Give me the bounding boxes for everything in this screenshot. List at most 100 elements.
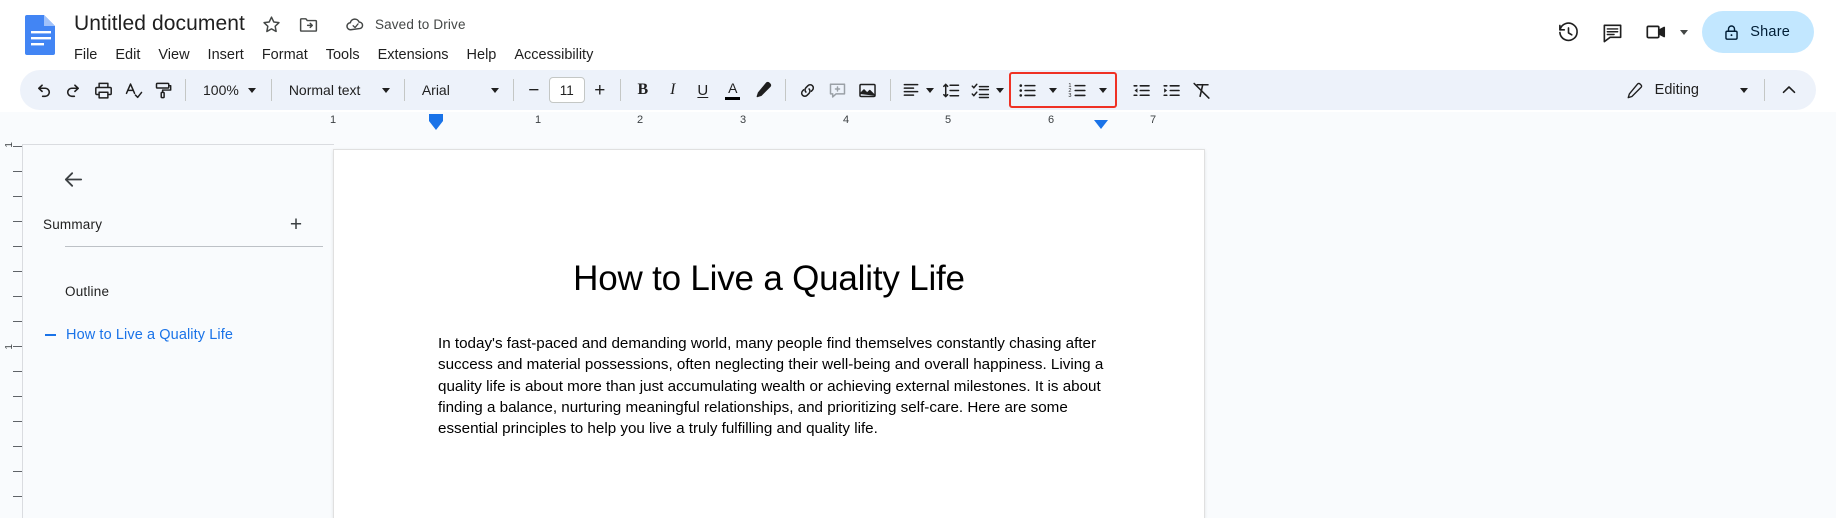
- line-spacing-button[interactable]: [937, 75, 967, 105]
- share-button[interactable]: Share: [1702, 11, 1814, 53]
- toolbar-left-group: 100% Normal text Arial − 11 + B I U A 1 …: [28, 70, 1217, 110]
- insert-link-button[interactable]: [793, 75, 823, 105]
- summary-section-header: Summary +: [43, 207, 311, 241]
- list-buttons-highlight-box: 1 2 3: [1008, 72, 1117, 108]
- text-color-swatch: [725, 96, 741, 100]
- menu-accessibility[interactable]: Accessibility: [505, 43, 602, 68]
- editing-mode-group: Editing: [1614, 75, 1808, 105]
- print-button[interactable]: [88, 75, 118, 105]
- vertical-ruler[interactable]: 1 1: [0, 136, 22, 518]
- meet-group: [1634, 10, 1689, 54]
- decrease-indent-button[interactable]: [1127, 75, 1157, 105]
- bulleted-list-dropdown[interactable]: [1043, 75, 1063, 105]
- ruler-number: 1: [329, 114, 337, 126]
- meet-camera-icon[interactable]: [1634, 10, 1678, 54]
- text-color-button[interactable]: A: [718, 75, 748, 105]
- save-status-text: Saved to Drive: [374, 16, 466, 32]
- clear-formatting-button[interactable]: [1187, 75, 1217, 105]
- undo-button[interactable]: [28, 75, 58, 105]
- menu-insert[interactable]: Insert: [199, 43, 253, 68]
- horizontal-ruler[interactable]: 1 1 2 3 4 5 6 7: [0, 112, 1836, 136]
- add-comment-button[interactable]: [823, 75, 853, 105]
- editing-mode-selector[interactable]: Editing: [1614, 75, 1757, 105]
- menu-bar: File Edit View Insert Format Tools Exten…: [65, 43, 602, 68]
- redo-button[interactable]: [58, 75, 88, 105]
- menu-tools[interactable]: Tools: [317, 43, 369, 68]
- ruler-ticks: 1 1 2 3 4 5 6 7: [0, 112, 1836, 136]
- toolbar-separator: [270, 79, 272, 101]
- collapse-toolbar-button[interactable]: [1772, 75, 1806, 105]
- title-block: Untitled document Saved to Drive File Ed…: [72, 8, 602, 68]
- ruler-number: 1: [534, 114, 542, 126]
- increase-indent-button[interactable]: [1157, 75, 1187, 105]
- comments-icon[interactable]: [1590, 10, 1634, 54]
- checklist-button[interactable]: [967, 75, 1007, 105]
- outline-sidebar: Summary + Outline How to Live a Quality …: [22, 144, 334, 518]
- font-size-stepper: − 11 +: [521, 76, 613, 104]
- bold-label: B: [637, 81, 649, 98]
- chevron-down-icon: [1098, 87, 1107, 93]
- chevron-down-icon: [995, 87, 1004, 93]
- star-icon[interactable]: [261, 14, 282, 35]
- zoom-value: 100%: [203, 82, 239, 98]
- bulleted-list-button[interactable]: [1013, 75, 1043, 105]
- menu-format[interactable]: Format: [253, 43, 317, 68]
- meet-dropdown-caret[interactable]: [1680, 29, 1689, 35]
- vertical-ruler-number: 1: [4, 142, 15, 148]
- toolbar-separator: [784, 79, 786, 101]
- italic-button[interactable]: I: [658, 75, 688, 105]
- font-family-selector[interactable]: Arial: [412, 75, 506, 105]
- document-paragraph: In today's fast-paced and demanding worl…: [438, 335, 1104, 438]
- bold-button[interactable]: B: [628, 75, 658, 105]
- toolbar-separator: [1764, 79, 1765, 101]
- text-color-icon: A: [725, 79, 741, 100]
- toolbar-separator: [619, 79, 621, 101]
- save-status-group: Saved to Drive: [345, 14, 466, 35]
- outline-item-heading[interactable]: How to Live a Quality Life: [45, 321, 245, 349]
- decrease-font-size-button[interactable]: −: [521, 76, 547, 104]
- back-arrow-icon[interactable]: [53, 159, 93, 199]
- align-button[interactable]: [898, 75, 937, 105]
- outline-label: Outline: [65, 284, 110, 299]
- ruler-number: 7: [1149, 114, 1157, 126]
- title-icon-group: Saved to Drive: [261, 14, 466, 35]
- numbered-list-button[interactable]: 1 2 3: [1063, 75, 1093, 105]
- font-size-input[interactable]: 11: [548, 77, 585, 103]
- title-row: Untitled document Saved to Drive: [72, 8, 602, 40]
- right-indent-marker[interactable]: [1094, 120, 1108, 129]
- menu-file[interactable]: File: [65, 43, 106, 68]
- numbered-list-dropdown[interactable]: [1093, 75, 1113, 105]
- spellcheck-button[interactable]: [118, 75, 148, 105]
- zoom-selector[interactable]: 100%: [193, 75, 264, 105]
- menu-help[interactable]: Help: [458, 43, 506, 68]
- insert-image-button[interactable]: [853, 75, 883, 105]
- move-to-folder-icon[interactable]: [298, 14, 319, 35]
- italic-label: I: [670, 81, 676, 98]
- increase-font-size-button[interactable]: +: [587, 76, 613, 104]
- toolbar-separator: [512, 79, 514, 101]
- underline-button[interactable]: U: [688, 75, 718, 105]
- paragraph-style-selector[interactable]: Normal text: [279, 75, 397, 105]
- paint-format-button[interactable]: [148, 75, 178, 105]
- first-line-indent-marker[interactable]: [429, 121, 443, 130]
- text-color-letter: A: [728, 79, 738, 96]
- document-title[interactable]: Untitled document: [72, 11, 247, 37]
- lock-icon: [1722, 23, 1741, 42]
- document-page[interactable]: How to Live a Quality Life In today's fa…: [333, 149, 1205, 518]
- paragraph-style-value: Normal text: [288, 82, 361, 98]
- document-heading: How to Live a Quality Life: [573, 259, 965, 298]
- app-header: Untitled document Saved to Drive File Ed…: [0, 0, 1836, 68]
- menu-edit[interactable]: Edit: [106, 43, 149, 68]
- menu-view[interactable]: View: [149, 43, 198, 68]
- google-docs-logo[interactable]: [22, 14, 60, 55]
- outline-item-label: How to Live a Quality Life: [66, 327, 234, 343]
- menu-extensions[interactable]: Extensions: [369, 43, 458, 68]
- ruler-number: 4: [842, 114, 850, 126]
- toolbar-separator: [889, 79, 891, 101]
- cloud-saved-icon[interactable]: [345, 14, 366, 35]
- highlight-color-button[interactable]: [748, 75, 778, 105]
- version-history-icon[interactable]: [1546, 10, 1590, 54]
- left-indent-marker[interactable]: [429, 114, 443, 121]
- chevron-down-icon: [381, 87, 390, 93]
- add-summary-button[interactable]: +: [281, 209, 311, 239]
